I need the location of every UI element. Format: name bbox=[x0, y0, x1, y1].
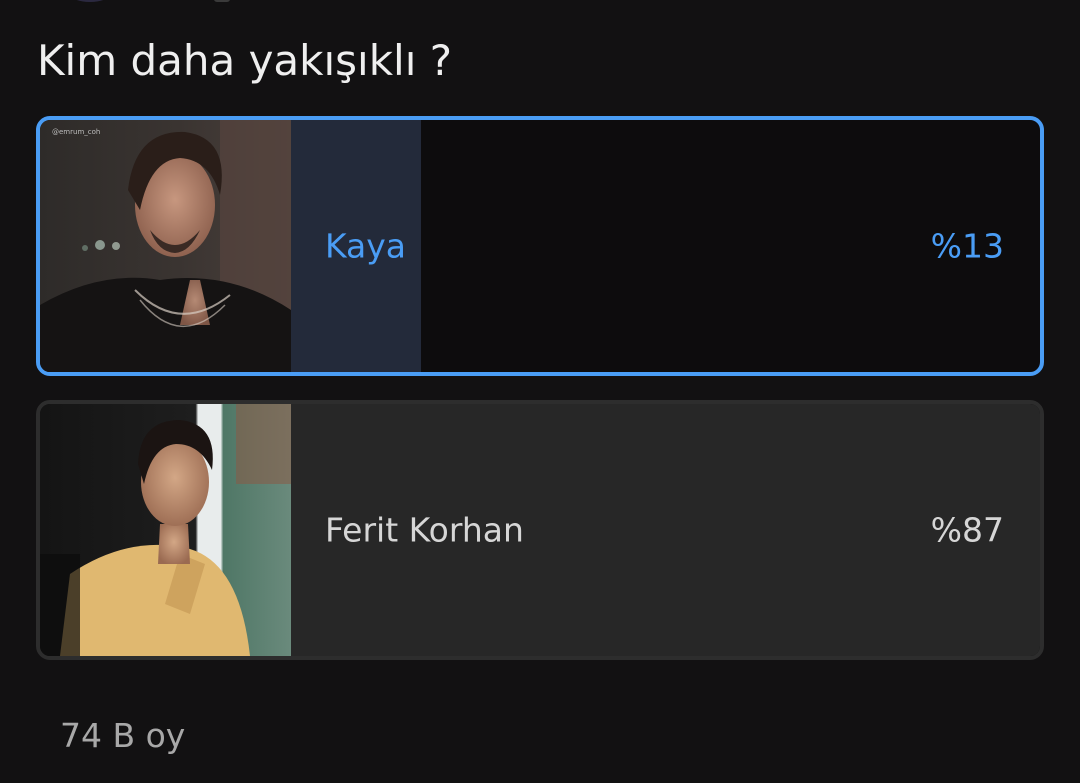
vote-count: 74 B oy bbox=[60, 716, 186, 755]
photo-caption: @emrum_coh bbox=[52, 128, 100, 136]
poll-question: Kim daha yakışıklı ? bbox=[37, 36, 453, 85]
poll-option-kaya[interactable]: @emrum_coh Kaya %13 bbox=[36, 116, 1044, 376]
author-avatar[interactable] bbox=[70, 0, 110, 2]
option-label: Ferit Korhan bbox=[325, 510, 524, 550]
option-percent: %87 bbox=[930, 510, 1004, 550]
poll-screen: Kim daha yakışıklı ? @emrum_coh Kaya %13… bbox=[0, 0, 1080, 783]
option-photo-kaya: @emrum_coh bbox=[40, 120, 291, 372]
option-label: Kaya bbox=[325, 226, 407, 266]
option-percent: %13 bbox=[930, 226, 1004, 266]
author-name-edge bbox=[214, 0, 230, 2]
option-photo-ferit-korhan bbox=[40, 404, 291, 656]
poll-option-ferit-korhan[interactable]: Ferit Korhan %87 bbox=[36, 400, 1044, 660]
